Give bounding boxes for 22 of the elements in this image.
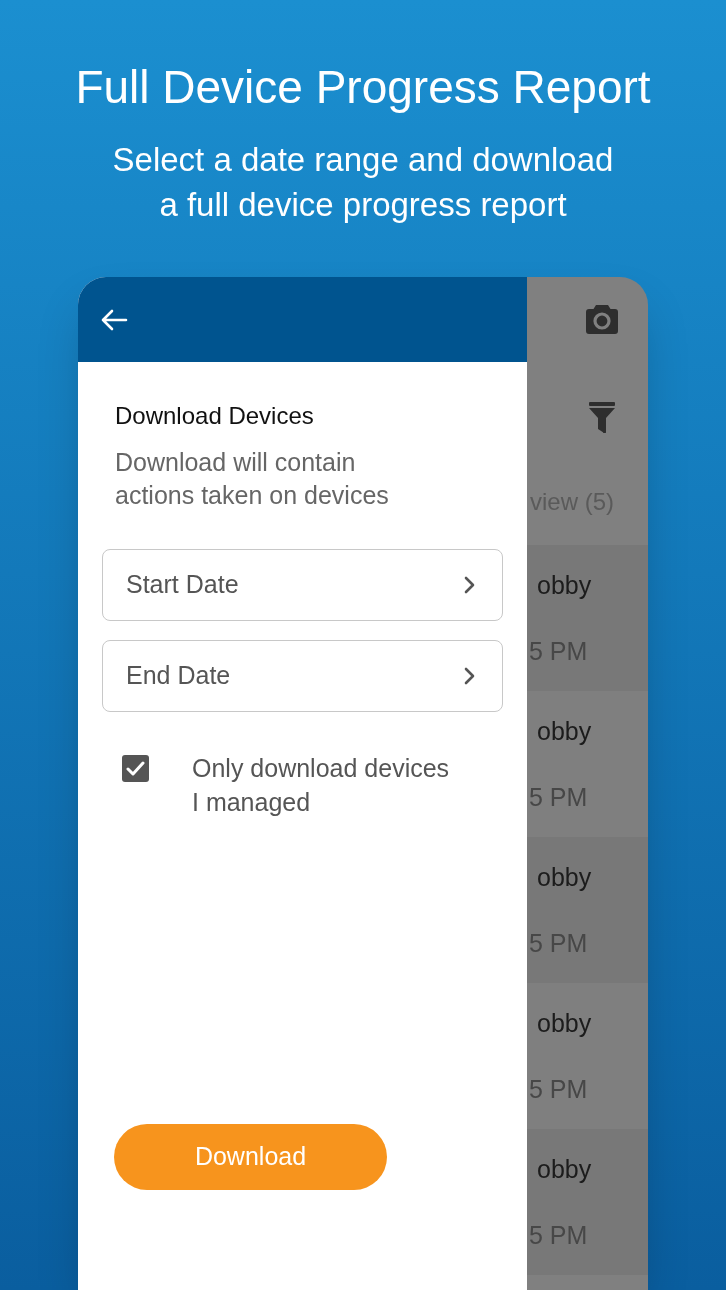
row-title: obby <box>536 1154 592 1184</box>
back-button[interactable] <box>100 307 128 332</box>
row-time: 5 PM <box>528 782 588 812</box>
row-time: 5 PM <box>528 1074 588 1104</box>
checkbox-label[interactable]: Only download devices I managed <box>192 751 450 819</box>
checkmark-icon <box>126 761 145 776</box>
chevron-right-icon <box>464 576 475 594</box>
drawer-description: Download will contain actions taken on devices <box>115 447 390 511</box>
row-title: obby <box>536 1008 592 1038</box>
row-title: obby <box>536 570 592 600</box>
chevron-right-icon <box>464 667 475 685</box>
filter-icon[interactable] <box>589 401 615 433</box>
camera-icon[interactable] <box>586 305 618 334</box>
page-title: Full Device Progress Report <box>75 62 651 112</box>
date-picker-field[interactable]: Start Date <box>102 549 503 621</box>
row-title: obby <box>536 716 592 746</box>
back-arrow-icon <box>100 307 128 332</box>
drawer-heading: Download Devices <box>115 401 315 431</box>
page-subtitle: Select a date range and download a full device progress report <box>112 140 614 225</box>
row-title: obby <box>536 862 592 892</box>
date-picker-field[interactable]: End Date <box>102 640 503 712</box>
checkbox[interactable] <box>122 755 149 782</box>
